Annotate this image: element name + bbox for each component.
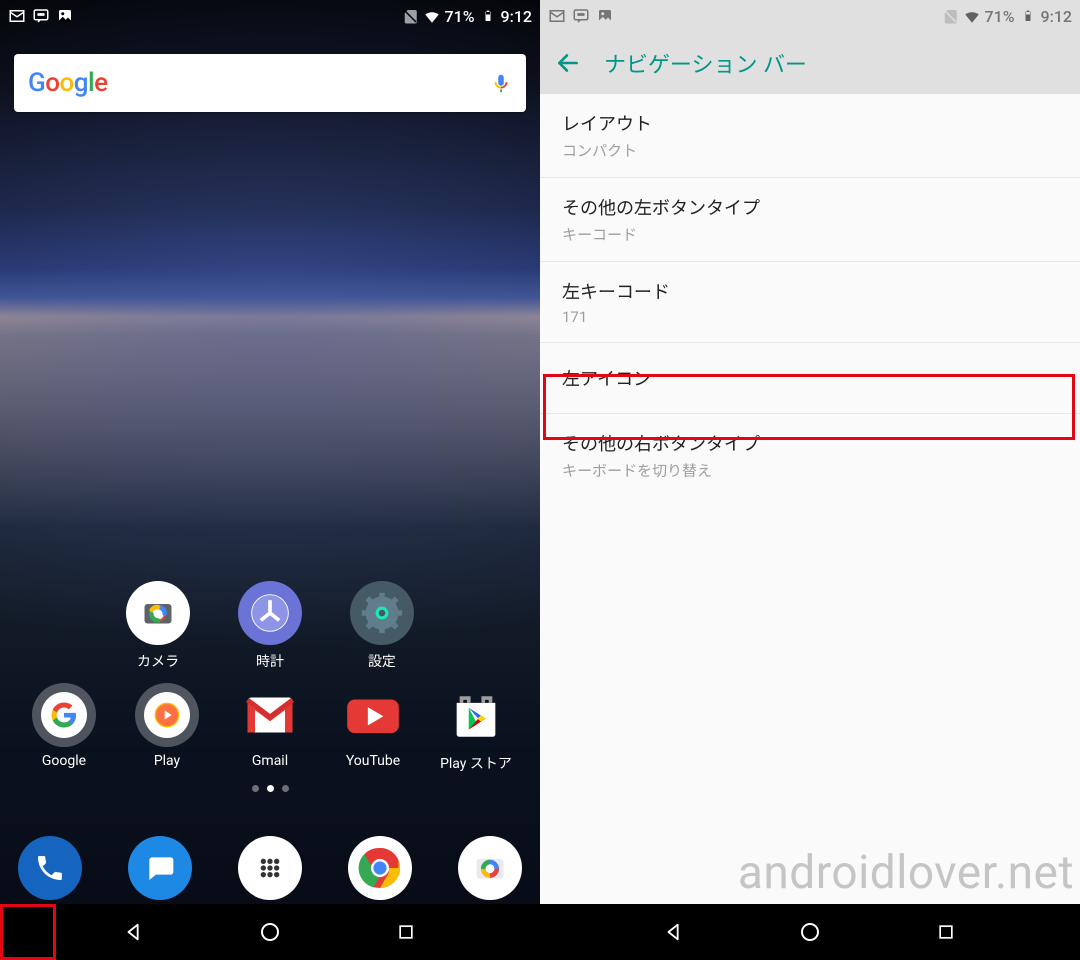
- dock-phone[interactable]: [18, 836, 82, 900]
- google-search-bar[interactable]: Google: [14, 54, 526, 112]
- battery-icon: [479, 7, 497, 25]
- no-sim-icon: [401, 7, 419, 25]
- battery-icon: [1019, 7, 1037, 25]
- item-title: その他の右ボタンタイプ: [562, 430, 1058, 456]
- clock-text: 9:12: [501, 7, 533, 26]
- nav-back[interactable]: [661, 919, 687, 945]
- app-camera[interactable]: カメラ: [112, 581, 204, 671]
- app-settings[interactable]: 設定: [336, 581, 428, 671]
- app-label: 設定: [368, 651, 396, 671]
- item-title: 左キーコード: [562, 278, 1058, 304]
- item-subtitle: コンパクト: [562, 140, 1058, 161]
- dock-chrome[interactable]: [348, 836, 412, 900]
- item-subtitle: 171: [562, 308, 1058, 326]
- battery-pct: 71%: [985, 7, 1015, 26]
- app-label: Gmail: [252, 753, 288, 769]
- app-label: Play: [154, 753, 180, 769]
- app-clock[interactable]: 時計: [224, 581, 316, 671]
- settings-screen: 71% 9:12 ナビゲーション バー レイアウト コンパクト その他の左ボタン…: [540, 0, 1080, 960]
- dock: [0, 836, 540, 900]
- settings-list: レイアウト コンパクト その他の左ボタンタイプ キーコード 左キーコード 171…: [540, 94, 1080, 497]
- battery-pct: 71%: [445, 7, 475, 26]
- wifi-icon: [963, 7, 981, 25]
- item-title: レイアウト: [562, 110, 1058, 136]
- app-label: Google: [42, 753, 86, 769]
- app-play-store[interactable]: Play ストア: [430, 683, 522, 773]
- gmail-notif-icon: [548, 7, 566, 25]
- app-bar: ナビゲーション バー: [540, 32, 1080, 94]
- app-label: カメラ: [137, 651, 179, 671]
- app-gmail[interactable]: Gmail: [224, 683, 316, 773]
- status-bar: 71% 9:12: [0, 0, 540, 32]
- sms-notif-icon: [572, 7, 590, 25]
- app-label: YouTube: [346, 753, 400, 769]
- app-folder-play[interactable]: Play: [121, 683, 213, 773]
- item-subtitle: キーボードを切り替え: [562, 460, 1058, 481]
- wifi-icon: [423, 7, 441, 25]
- page-indicator: [12, 785, 528, 792]
- setting-item-left-icon[interactable]: 左アイコン: [540, 343, 1080, 414]
- gmail-notif-icon: [8, 7, 26, 25]
- mic-icon[interactable]: [490, 72, 512, 94]
- no-sim-icon: [941, 7, 959, 25]
- dock-messages[interactable]: [128, 836, 192, 900]
- sms-notif-icon: [32, 7, 50, 25]
- setting-item-left-keycode[interactable]: 左キーコード 171: [540, 262, 1080, 343]
- app-youtube[interactable]: YouTube: [327, 683, 419, 773]
- nav-home[interactable]: [257, 919, 283, 945]
- nav-home[interactable]: [797, 919, 823, 945]
- dock-app-drawer[interactable]: [238, 836, 302, 900]
- setting-item-left-button-type[interactable]: その他の左ボタンタイプ キーコード: [540, 178, 1080, 262]
- setting-item-layout[interactable]: レイアウト コンパクト: [540, 94, 1080, 178]
- item-subtitle: キーコード: [562, 224, 1058, 245]
- setting-item-right-button-type[interactable]: その他の右ボタンタイプ キーボードを切り替え: [540, 414, 1080, 497]
- photos-notif-icon: [596, 7, 614, 25]
- status-bar: 71% 9:12: [540, 0, 1080, 32]
- clock-text: 9:12: [1041, 7, 1073, 26]
- dock-camera[interactable]: [458, 836, 522, 900]
- photos-notif-icon: [56, 7, 74, 25]
- nav-back[interactable]: [121, 919, 147, 945]
- apps-grid: カメラ 時計 設定: [0, 569, 540, 792]
- back-arrow-icon[interactable]: [554, 49, 582, 77]
- nav-recent[interactable]: [933, 919, 959, 945]
- app-label: 時計: [256, 651, 284, 671]
- item-title: 左アイコン: [562, 365, 1058, 391]
- google-logo: Google: [28, 68, 108, 98]
- navigation-bar: [540, 904, 1080, 960]
- item-title: その他の左ボタンタイプ: [562, 194, 1058, 220]
- app-folder-google[interactable]: Google: [18, 683, 110, 773]
- watermark: androidlover.net: [738, 846, 1074, 900]
- navigation-bar: [0, 904, 540, 960]
- app-label: Play ストア: [440, 753, 512, 773]
- nav-recent[interactable]: [393, 919, 419, 945]
- home-screen: 71% 9:12 Google カメラ: [0, 0, 540, 960]
- page-title: ナビゲーション バー: [604, 47, 807, 79]
